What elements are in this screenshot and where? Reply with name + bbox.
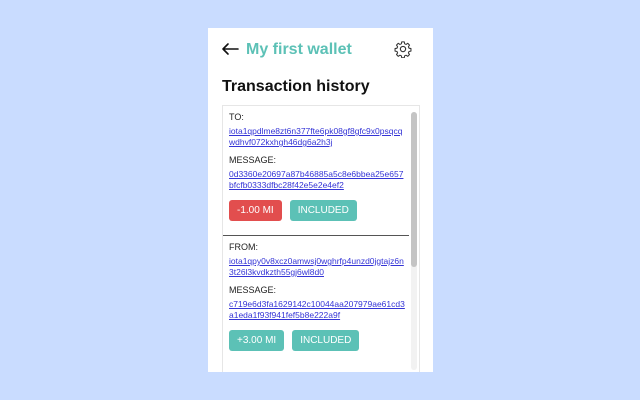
message-label: MESSAGE:	[229, 155, 277, 165]
scrollbar[interactable]	[411, 112, 417, 370]
section-title: Transaction history	[222, 78, 370, 95]
address-link[interactable]: iota1qpdlme8zt6n377fte6pk08gf8gfc9x0psqc…	[229, 126, 405, 148]
direction-label: TO:	[229, 112, 244, 122]
transaction-item: FROM: iota1qpy0v8xcz0amwsj0wghrfp4unzd0j…	[223, 236, 409, 351]
header: My first wallet	[208, 28, 433, 74]
status-badge[interactable]: INCLUDED	[292, 330, 360, 351]
wallet-title: My first wallet	[246, 41, 352, 58]
scrollbar-thumb[interactable]	[411, 112, 417, 267]
message-link[interactable]: c719e6d3fa1629142c10044aa207979ae61cd3a1…	[229, 299, 405, 321]
address-link[interactable]: iota1qpy0v8xcz0amwsj0wghrfp4unzd0jgtajz6…	[229, 256, 405, 278]
transaction-item: TO: iota1qpdlme8zt6n377fte6pk08gf8gfc9x0…	[223, 106, 409, 236]
wallet-panel: My first wallet Transaction history TO: …	[208, 28, 433, 372]
status-badge[interactable]: INCLUDED	[289, 200, 357, 221]
message-label: MESSAGE:	[229, 285, 277, 295]
settings-button[interactable]	[393, 40, 413, 63]
gear-icon	[394, 40, 412, 63]
message-link[interactable]: 0d3360e20697a87b46885a5c8e6bbea25e657bfc…	[229, 169, 405, 191]
direction-label: FROM:	[229, 242, 258, 252]
back-button[interactable]	[220, 41, 240, 61]
amount-badge[interactable]: -1.00 MI	[229, 200, 282, 221]
amount-badge[interactable]: +3.00 MI	[229, 330, 285, 351]
transaction-list[interactable]: TO: iota1qpdlme8zt6n377fte6pk08gf8gfc9x0…	[222, 105, 420, 372]
arrow-left-icon	[221, 42, 239, 61]
